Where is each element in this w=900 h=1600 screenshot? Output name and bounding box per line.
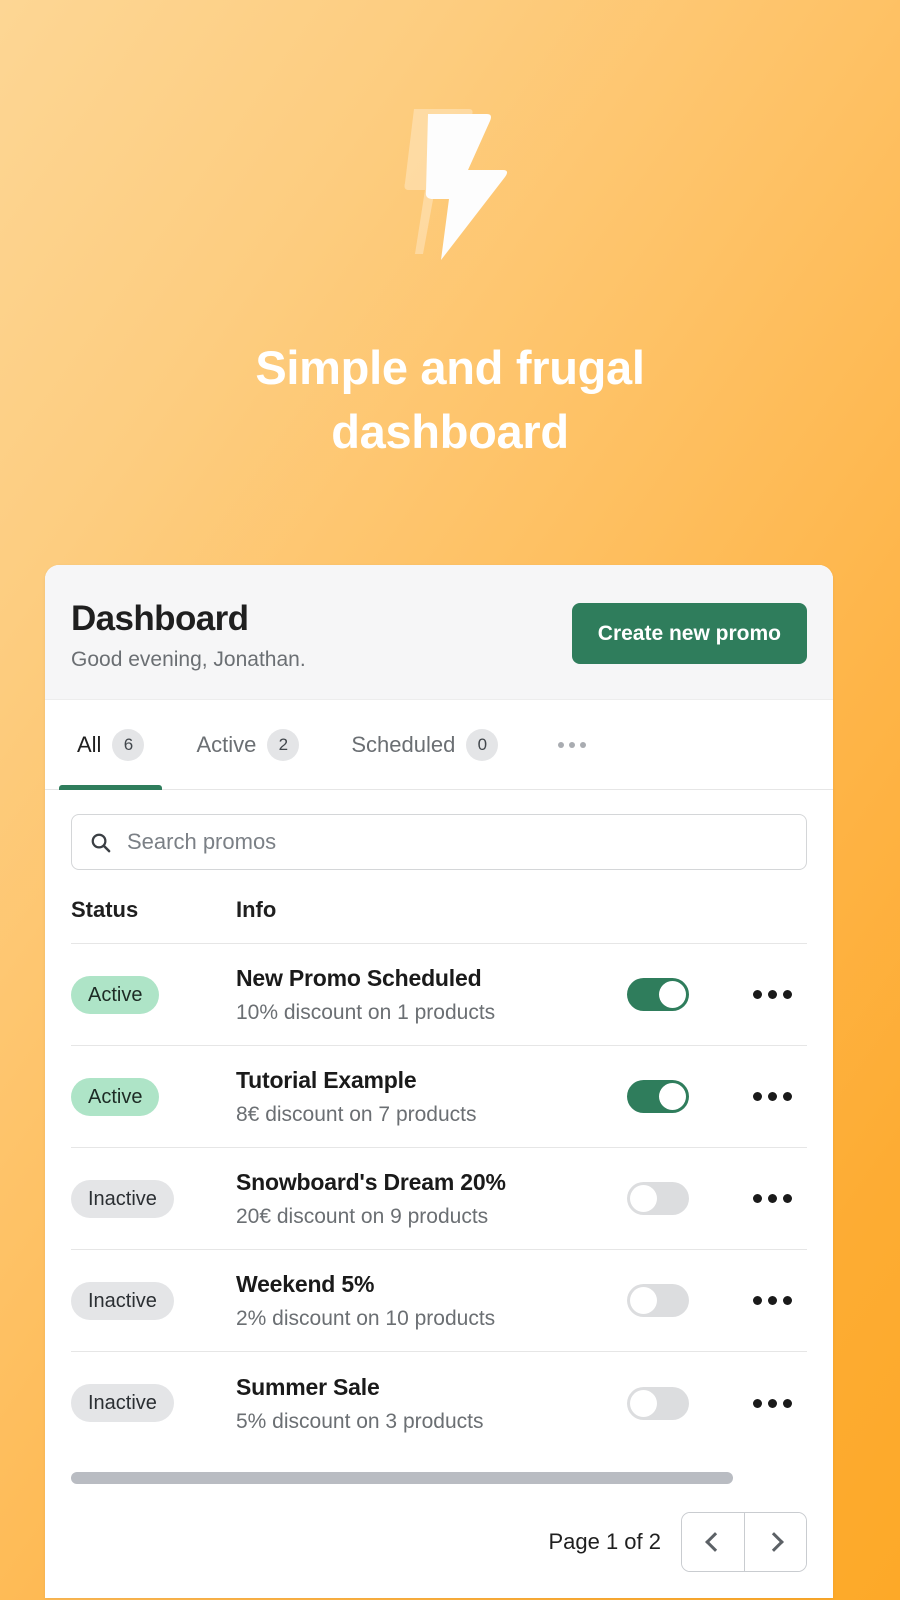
tabs-overflow-button[interactable] (538, 700, 606, 789)
cell-toggle (627, 978, 737, 1011)
row-actions-button[interactable] (747, 1393, 798, 1414)
promo-toggle[interactable] (627, 1284, 689, 1317)
cell-toggle (627, 1284, 737, 1317)
promos-table: Status Info Active New Promo Scheduled 1… (45, 876, 833, 1454)
row-actions-button[interactable] (747, 1188, 798, 1209)
title-block: Dashboard Good evening, Jonathan. (71, 597, 306, 673)
promo-detail: 20€ discount on 9 products (236, 1205, 489, 1228)
toggle-knob (630, 1287, 657, 1314)
cell-actions (737, 1188, 807, 1209)
search-box[interactable] (71, 814, 807, 870)
card-header: Dashboard Good evening, Jonathan. Create… (45, 565, 833, 700)
cell-toggle (627, 1386, 737, 1420)
toggle-knob (630, 1389, 657, 1417)
pager-controls (681, 1512, 807, 1572)
row-actions-button[interactable] (747, 984, 798, 1005)
previous-page-button[interactable] (682, 1513, 744, 1571)
column-header-status: Status (71, 896, 139, 922)
tab-bar: All 6 Active 2 Scheduled 0 (45, 700, 833, 790)
tab-all[interactable]: All 6 (51, 700, 170, 790)
page-title: Dashboard (71, 599, 249, 638)
tab-scheduled-label: Scheduled (351, 731, 456, 757)
cell-status: Inactive (71, 1281, 236, 1320)
promo-toggle[interactable] (627, 1080, 689, 1113)
table-header-row: Status Info (71, 876, 807, 944)
cell-toggle (627, 1080, 737, 1113)
cell-info: Summer Sale 5% discount on 3 products (236, 1372, 627, 1435)
tab-active-count: 2 (267, 728, 300, 761)
cell-actions (737, 1086, 807, 1107)
search-input[interactable] (127, 829, 789, 855)
pagination: Page 1 of 2 (45, 1484, 833, 1598)
tab-all-count: 6 (112, 728, 145, 761)
next-page-button[interactable] (744, 1513, 806, 1571)
promo-name: Weekend 5% (236, 1271, 375, 1297)
chevron-right-icon (763, 1532, 784, 1552)
lightning-bolt-main-icon (425, 114, 508, 260)
promo-name: Summer Sale (236, 1373, 380, 1400)
tab-all-label: All (77, 731, 102, 757)
promo-name: New Promo Scheduled (236, 965, 482, 991)
table-row[interactable]: Inactive Summer Sale 5% discount on 3 pr… (71, 1352, 807, 1454)
promo-detail: 5% discount on 3 products (236, 1409, 484, 1433)
row-actions-button[interactable] (747, 1086, 798, 1107)
column-header-info: Info (236, 896, 277, 922)
promo-detail: 8€ discount on 7 products (236, 1103, 477, 1126)
cell-info: New Promo Scheduled 10% discount on 1 pr… (236, 963, 627, 1026)
cell-actions (737, 984, 807, 1005)
dashboard-card: Dashboard Good evening, Jonathan. Create… (45, 565, 833, 1598)
create-new-promo-button[interactable]: Create new promo (571, 603, 807, 664)
cell-info: Tutorial Example 8€ discount on 7 produc… (236, 1065, 627, 1128)
cell-status: Inactive (71, 1384, 236, 1422)
tab-active-label: Active (196, 731, 257, 757)
status-badge: Active (71, 975, 160, 1014)
tab-scheduled[interactable]: Scheduled 0 (325, 700, 524, 789)
cell-actions (737, 1393, 807, 1414)
cell-status: Active (71, 975, 236, 1014)
cell-toggle (627, 1182, 737, 1215)
ellipsis-icon (558, 741, 587, 748)
cell-status: Active (71, 1077, 236, 1116)
promo-name: Snowboard's Dream 20% (236, 1169, 506, 1195)
table-row[interactable]: Inactive Snowboard's Dream 20% 20€ disco… (71, 1148, 807, 1250)
cell-info: Snowboard's Dream 20% 20€ discount on 9 … (236, 1167, 627, 1230)
toggle-knob (659, 1083, 686, 1110)
promo-detail: 10% discount on 1 products (236, 1001, 496, 1024)
table-row[interactable]: Inactive Weekend 5% 2% discount on 10 pr… (71, 1250, 807, 1352)
promo-toggle[interactable] (627, 978, 689, 1011)
horizontal-scrollbar-thumb[interactable] (71, 1472, 734, 1484)
status-badge: Inactive (71, 1179, 174, 1218)
promo-toggle[interactable] (627, 1386, 689, 1420)
toggle-knob (659, 981, 686, 1008)
chevron-left-icon (705, 1532, 725, 1552)
toggle-knob (630, 1185, 657, 1212)
promo-toggle[interactable] (627, 1182, 689, 1215)
tab-scheduled-count: 0 (466, 728, 499, 761)
hero-headline-line-2: dashboard (331, 405, 569, 458)
table-row[interactable]: Active New Promo Scheduled 10% discount … (71, 944, 807, 1046)
search-icon (91, 833, 111, 852)
horizontal-scrollbar[interactable] (71, 1472, 807, 1484)
tab-active[interactable]: Active 2 (170, 700, 325, 789)
cell-status: Inactive (71, 1179, 236, 1218)
promo-name: Tutorial Example (236, 1067, 417, 1093)
hero-section: Simple and frugal dashboard (0, 0, 900, 464)
search-section (45, 790, 833, 876)
page-indicator: Page 1 of 2 (548, 1529, 661, 1554)
cell-actions (737, 1290, 807, 1311)
status-badge: Inactive (71, 1384, 174, 1422)
cell-info: Weekend 5% 2% discount on 10 products (236, 1269, 627, 1332)
status-badge: Active (71, 1077, 160, 1116)
row-actions-button[interactable] (747, 1290, 798, 1311)
lightning-bolt-icon (375, 104, 525, 264)
status-badge: Inactive (71, 1281, 174, 1320)
hero-headline-line-1: Simple and frugal (255, 341, 645, 394)
greeting-text: Good evening, Jonathan. (71, 648, 306, 671)
hero-headline: Simple and frugal dashboard (130, 336, 770, 464)
table-row[interactable]: Active Tutorial Example 8€ discount on 7… (71, 1046, 807, 1148)
promo-detail: 2% discount on 10 products (236, 1307, 496, 1330)
